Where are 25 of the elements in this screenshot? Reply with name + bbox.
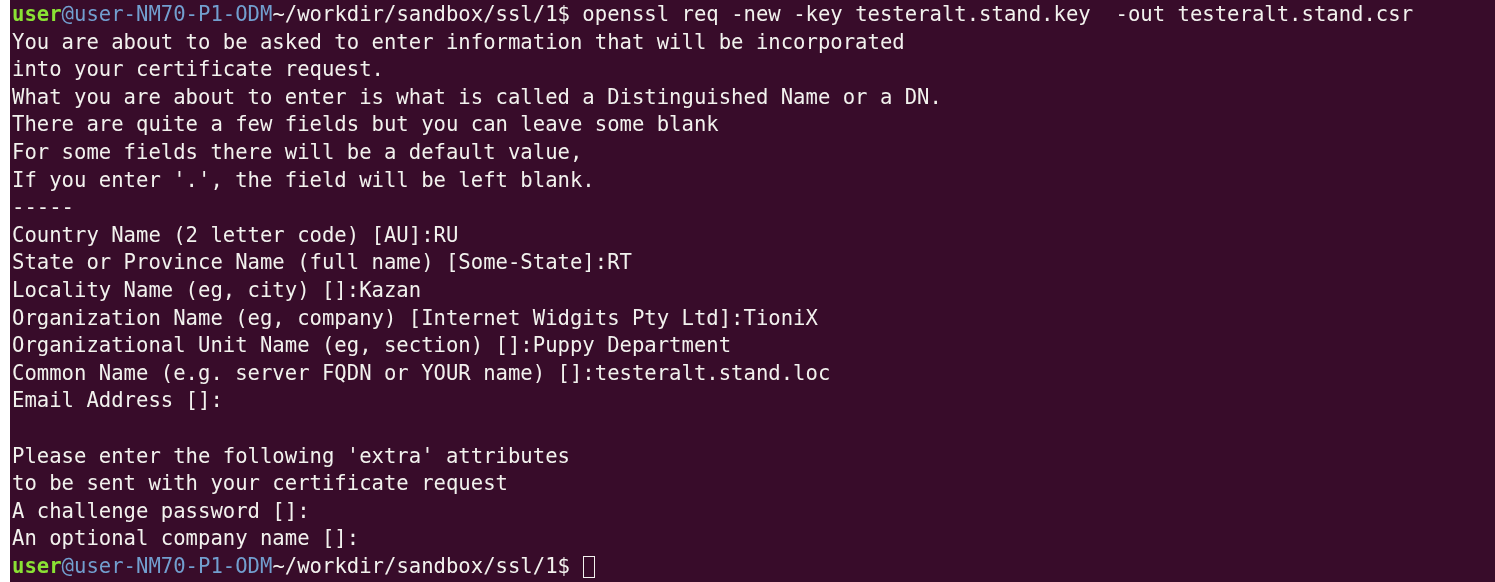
- output-line: Organizational Unit Name (eg, section) []:Puppy Department: [12, 332, 732, 360]
- output-line: Locality Name (eg, city) []:Kazan: [12, 276, 422, 304]
- command-text: openssl req -new -key testeralt.stand.key -out testeralt.stand.csr: [581, 1, 1414, 28]
- prompt-host: @user-NM70-P1-ODM: [61, 1, 273, 28]
- output-line: -----: [12, 194, 74, 222]
- output-line: There are quite a few fields but you can leave some blank: [12, 111, 719, 139]
- output-line: into your certificate request.: [12, 56, 384, 84]
- output-line: Please enter the following 'extra' attributes: [12, 442, 570, 470]
- prompt-user: user: [12, 1, 62, 28]
- output-line: An optional company name []:: [12, 525, 360, 553]
- output-line: State or Province Name (full name) [Some-State]:RT: [12, 249, 632, 277]
- output-line: Organization Name (eg, company) [Internet Widgits Pty Ltd]:TioniX: [12, 304, 818, 332]
- output-line: Common Name (e.g. server FQDN or YOUR name) []:testeralt.stand.loc: [12, 359, 831, 387]
- output-line: to be sent with your certificate request: [12, 470, 508, 498]
- output-line: For some fields there will be a default value,: [12, 138, 583, 166]
- output-line: Country Name (2 letter code) [AU]:RU: [12, 221, 459, 249]
- output-line: If you enter '.', the field will be left blank.: [12, 166, 595, 194]
- output-line: Email Address []:: [12, 387, 223, 415]
- output-line: You are about to be asked to enter information that will be incorporated: [12, 28, 905, 56]
- prompt-host: @user-NM70-P1-ODM: [61, 552, 273, 580]
- prompt-path: ~/workdir/sandbox/ssl/1$: [272, 552, 570, 580]
- output-line: What you are about to enter is what is called a Distinguished Name or a DN.: [12, 83, 942, 111]
- output-line: A challenge password []:: [12, 497, 310, 525]
- prompt-user: user: [12, 552, 62, 580]
- prompt-path: ~/workdir/sandbox/ssl/1$: [272, 1, 570, 28]
